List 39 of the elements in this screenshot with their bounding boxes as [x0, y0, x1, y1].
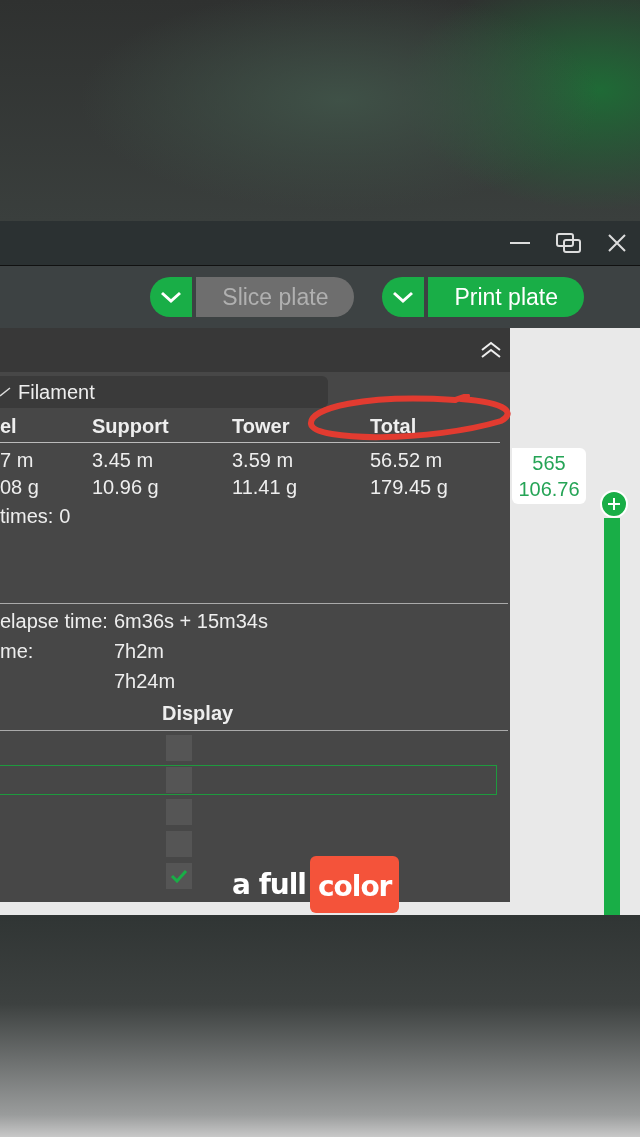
table-cell-text: 10.96 g [92, 475, 160, 500]
column-header: Total [370, 410, 500, 443]
caption-word: color [309, 856, 400, 913]
checkbox[interactable] [166, 863, 192, 889]
slider-handle[interactable] [600, 490, 628, 518]
change-times-value: 0 [59, 504, 71, 529]
check-icon [170, 869, 188, 883]
checkbox[interactable] [166, 767, 192, 793]
time-label: elapse time: [0, 609, 109, 634]
change-times-label: times: [0, 504, 54, 529]
table-cell-text: 3.45 m [92, 448, 155, 473]
time-value: 7h2m [114, 639, 166, 664]
table-cell-text: 11.41 g [232, 475, 299, 500]
table-cell-text: 56.52 m [370, 448, 444, 473]
section-title: Filament [18, 380, 95, 404]
column-header: el [0, 410, 92, 443]
layer-slider[interactable] [604, 518, 620, 915]
time-value: 6m36s + 15m34s [114, 609, 269, 634]
chevron-down-icon [392, 291, 415, 303]
close-icon[interactable] [608, 234, 626, 252]
restore-icon[interactable] [556, 233, 582, 253]
chevron-down-icon [160, 291, 183, 303]
table-cell-text: 179.45 g [370, 475, 449, 500]
minimize-icon[interactable] [510, 242, 530, 244]
table-cell-text: 3.59 m [232, 448, 295, 473]
display-row[interactable] [0, 765, 497, 795]
table-cell-text: 08 g [0, 475, 40, 500]
plus-icon [607, 497, 621, 511]
layer-label: 565 106.76 [512, 448, 586, 504]
chevron-icon [0, 386, 12, 398]
caption-word: a full [232, 868, 307, 901]
filament-section[interactable]: Filament [0, 376, 328, 408]
column-header: Tower [232, 410, 370, 443]
display-header: Display [162, 701, 235, 726]
collapse-icon[interactable] [480, 341, 502, 359]
column-header: Support [92, 410, 232, 443]
time-value: 7h24m [114, 669, 177, 694]
table-cell-text: 7 m [0, 448, 35, 473]
time-label: me: [0, 639, 35, 664]
